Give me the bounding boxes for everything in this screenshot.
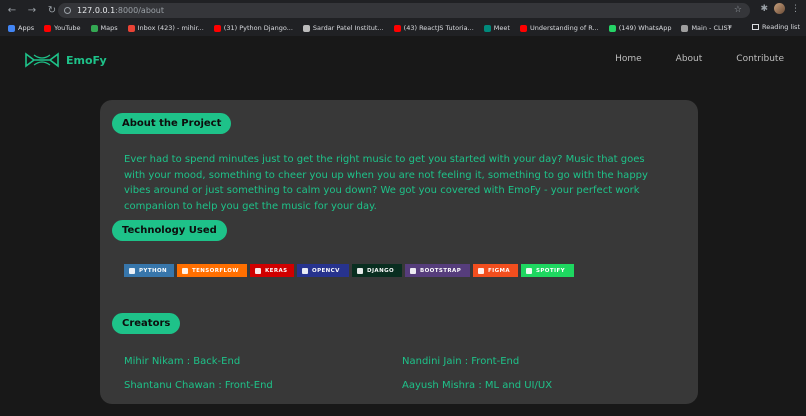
bookmark-item[interactable]: Meet [483,24,510,32]
bookmark-favicon-icon [127,24,135,32]
bookmark-item[interactable]: (43) ReactJS Tutoria... [393,24,474,32]
bookmark-label: Meet [493,24,510,32]
bookmark-favicon-icon [44,24,52,32]
creator-4: Aayush Mishra : ML and UI/UX [402,380,553,391]
menu-icon[interactable]: ⋮ [791,4,800,14]
tensorflow-icon [182,267,188,274]
bookmark-label: Understanding of R... [529,24,599,32]
about-heading: About the Project [112,113,232,134]
bookmark-favicon-icon [519,24,527,32]
tech-badge-django: DJANGO [352,264,402,277]
reading-list-icon [752,24,759,30]
bookmark-item[interactable]: Sardar Patel Institut... [302,24,384,32]
tech-badge-keras: KERAS [250,264,294,277]
tech-badge-label: PYTHON [139,267,168,274]
bookmark-item[interactable]: Understanding of R... [519,24,599,32]
top-nav: Home About Contribute [615,54,784,64]
bookmark-favicon-icon [393,24,401,32]
creator-3: Shantanu Chawan : Front-End [124,380,273,391]
browser-toolbar: ← → ↻ 127.0.0.1 :8000/about ☆ ✱ ⋮ [0,0,806,20]
tech-badge-opencv: OPENCV [297,264,349,277]
bookmark-favicon-icon [608,24,616,32]
about-card: About the Project Ever had to spend minu… [100,100,698,404]
forward-icon[interactable]: → [24,5,40,16]
brand-logo[interactable]: EmoFy [24,52,107,68]
creator-2: Nandini Jain : Front-End [402,356,520,367]
toolbar-right: ✱ ⋮ [760,3,800,14]
bookmark-label: (149) WhatsApp [618,24,672,32]
tech-badge-label: FIGMA [488,267,511,274]
tech-badge-label: OPENCV [312,267,340,274]
bookmark-label: (31) Python Django... [223,24,293,32]
site-page: EmoFy Home About Contribute About the Pr… [0,36,806,416]
bookmark-label: Apps [18,24,35,32]
tech-badge-bootstrap: BOOTSTRAP [405,264,470,277]
bookmark-item[interactable]: (31) Python Django... [213,24,293,32]
reading-list-button[interactable]: Reading list [752,23,800,31]
python-icon [129,267,135,274]
bookmark-favicon-icon [90,24,98,32]
back-icon[interactable]: ← [4,5,20,16]
bookmark-label: Main - CLIST [691,24,732,32]
django-icon [357,267,363,274]
keras-icon [255,267,261,274]
nav-home[interactable]: Home [615,54,642,64]
tech-badges: PYTHON TENSORFLOW KERAS OPENCV DJANGO BOOTSTR… [124,264,574,277]
url-host: 127.0.0.1 [77,6,116,15]
bookmark-item[interactable]: Inbox (423) - mihir... [127,24,204,32]
bookmark-item[interactable]: Main - CLIST [681,24,732,32]
creators-heading: Creators [112,313,181,334]
reading-list-label: Reading list [762,23,800,31]
bookmark-label: Sardar Patel Institut... [312,24,384,32]
profile-avatar[interactable] [774,3,785,14]
bookmark-item[interactable]: Apps [8,24,34,32]
creator-1: Mihir Nikam : Back-End [124,356,241,367]
bookmark-item[interactable]: (149) WhatsApp [608,24,672,32]
bookmarks-overflow-button[interactable]: » [728,23,732,31]
bookmark-star-icon[interactable]: ☆ [734,5,742,15]
bookmark-label: (43) ReactJS Tutoria... [403,24,474,32]
bookmark-favicon-icon [483,24,491,32]
bookmarks-bar: Apps YouTube Maps Inbox (423) - mihir... (31… [0,20,806,36]
technology-heading: Technology Used [112,220,227,241]
bookmark-item[interactable]: YouTube [44,24,81,32]
nav-contribute[interactable]: Contribute [736,54,784,64]
bookmark-favicon-icon [213,24,221,32]
extensions-icon[interactable]: ✱ [760,4,768,14]
figma-icon [478,267,484,274]
info-icon[interactable] [64,7,71,14]
nav-about[interactable]: About [676,54,703,64]
tech-badge-spotify: SPOTIFY [521,264,574,277]
bookmark-item[interactable]: Maps [90,24,118,32]
bookmark-favicon-icon [302,24,310,32]
bootstrap-icon [410,267,416,274]
bookmark-favicon-icon [681,24,689,32]
about-paragraph: Ever had to spend minutes just to get th… [124,154,648,212]
tech-badge-label: TENSORFLOW [192,267,239,274]
bookmark-label: YouTube [54,24,81,32]
tech-badge-tensorflow: TENSORFLOW [177,264,247,277]
address-bar[interactable]: 127.0.0.1 :8000/about ☆ [58,3,750,18]
spotify-icon [526,267,532,274]
tech-badge-figma: FIGMA [473,264,518,277]
tech-badge-label: DJANGO [367,267,395,274]
url-path: :8000/about [115,6,165,15]
tech-badge-python: PYTHON [124,264,174,277]
bookmark-label: Inbox (423) - mihir... [137,24,204,32]
tech-badge-label: KERAS [265,267,288,274]
bookmark-favicon-icon [8,24,15,32]
brand-name: EmoFy [66,53,107,67]
opencv-icon [302,267,308,274]
bookmark-label: Maps [100,24,118,32]
tech-badge-label: BOOTSTRAP [420,267,462,274]
tech-badge-label: SPOTIFY [536,267,566,274]
emofy-logo-icon [25,52,59,68]
